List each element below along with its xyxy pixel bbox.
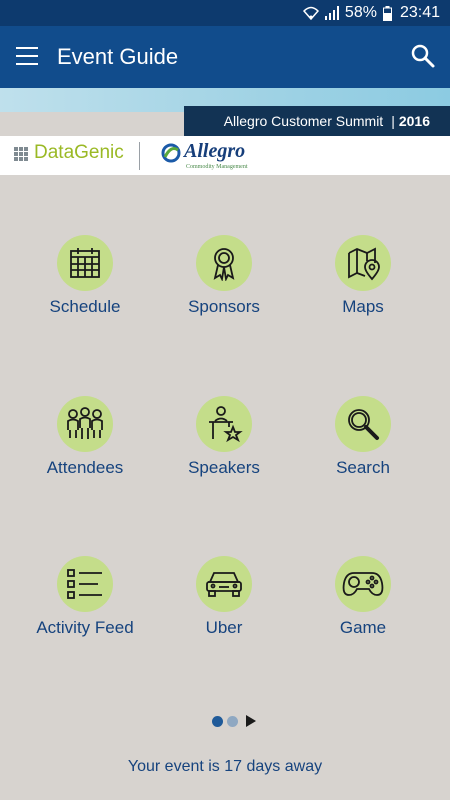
- people-icon: [57, 396, 113, 452]
- next-page-arrow-icon[interactable]: [246, 715, 256, 727]
- menu-label: Activity Feed: [36, 618, 134, 637]
- menu-item-uber[interactable]: Uber: [149, 556, 299, 666]
- menu-item-maps[interactable]: Maps: [288, 235, 438, 345]
- menu-item-activity-feed[interactable]: Activity Feed: [10, 556, 160, 666]
- page-title: Event Guide: [57, 44, 179, 69]
- battery-icon: [382, 5, 392, 21]
- datagenic-grid-icon: [14, 147, 28, 161]
- datagenic-logo: DataGenic: [14, 142, 124, 164]
- menu-label: Uber: [205, 618, 243, 637]
- menu-item-search[interactable]: Search: [288, 396, 438, 506]
- map-pin-icon: [335, 235, 391, 291]
- battery-percent: 58%: [344, 4, 377, 21]
- banner-separator: |: [391, 113, 395, 129]
- menu-label: Game: [339, 618, 387, 637]
- menu-item-schedule[interactable]: Schedule: [10, 235, 160, 345]
- menu-item-speakers[interactable]: Speakers: [149, 396, 299, 506]
- wifi-icon: [302, 6, 319, 20]
- page-indicator: [212, 715, 256, 727]
- signal-icon: [324, 6, 339, 20]
- car-icon: [196, 556, 252, 612]
- menu-label: Maps: [342, 297, 384, 316]
- search-icon[interactable]: [410, 43, 436, 69]
- status-bar: 58% 23:41: [0, 0, 450, 26]
- logo-divider: [139, 142, 140, 170]
- menu-label: Sponsors: [188, 297, 260, 316]
- menu-item-game[interactable]: Game: [288, 556, 438, 666]
- summit-banner: Allegro Customer Summit | 2016: [184, 106, 450, 136]
- allegro-swirl-icon: [161, 143, 181, 163]
- hamburger-menu-icon[interactable]: [16, 47, 38, 65]
- menu-label: Attendees: [46, 458, 124, 477]
- menu-item-sponsors[interactable]: Sponsors: [149, 235, 299, 345]
- app-bar: Event Guide: [0, 26, 450, 88]
- menu-label: Speakers: [188, 458, 260, 477]
- calendar-icon: [57, 235, 113, 291]
- logo-band: DataGenic Allegro Commodity Management: [0, 136, 450, 175]
- allegro-tagline: Commodity Management: [186, 164, 248, 170]
- gamepad-icon: [335, 556, 391, 612]
- magnifier-icon: [335, 396, 391, 452]
- speaker-podium-icon: [196, 396, 252, 452]
- allegro-name: Allegro: [184, 140, 246, 162]
- page-dot-active[interactable]: [212, 715, 223, 727]
- menu-label: Schedule: [49, 297, 121, 316]
- menu-item-attendees[interactable]: Attendees: [10, 396, 160, 506]
- event-year: 2016: [398, 113, 430, 129]
- list-icon: [57, 556, 113, 612]
- event-name: Allegro Customer Summit: [223, 113, 384, 129]
- page-dot[interactable]: [227, 715, 238, 727]
- event-countdown: Your event is 17 days away: [127, 758, 323, 775]
- award-ribbon-icon: [196, 235, 252, 291]
- clock: 23:41: [399, 4, 440, 21]
- menu-label: Search: [336, 458, 390, 477]
- datagenic-name: DataGenic: [34, 142, 124, 163]
